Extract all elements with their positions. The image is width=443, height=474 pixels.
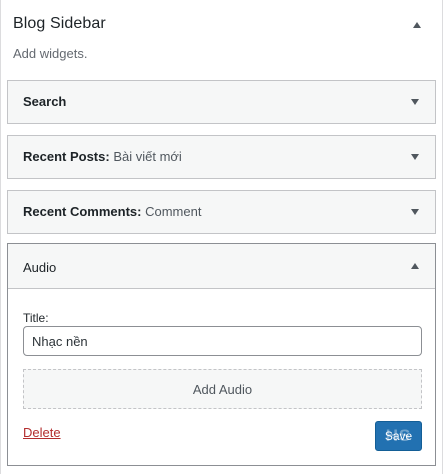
widget-area-header[interactable]: Blog Sidebar Add widgets. xyxy=(1,0,442,70)
delete-widget-link[interactable]: Delete xyxy=(23,425,61,440)
widget-recent-comments-header[interactable]: Recent Comments: Comment xyxy=(8,191,435,233)
arrow-down-icon xyxy=(411,209,419,215)
widget-area-toggle-button[interactable] xyxy=(410,20,424,30)
widget-title: Search xyxy=(23,94,66,109)
widget-audio-header[interactable]: Audio xyxy=(8,244,435,289)
save-button[interactable]: HS Save xyxy=(375,421,422,451)
add-audio-button[interactable]: Add Audio xyxy=(23,369,422,409)
arrow-down-icon xyxy=(411,99,419,105)
widget-expand-button[interactable] xyxy=(409,97,421,107)
widget-in-title: Bài viết mới xyxy=(113,149,182,164)
widget-title: Recent Comments: Comment xyxy=(23,204,201,219)
widget-search: Search xyxy=(7,80,436,124)
widget-recent-comments: Recent Comments: Comment xyxy=(7,190,436,234)
widget-in-title: Comment xyxy=(145,204,202,219)
widget-area-title: Blog Sidebar xyxy=(13,15,106,32)
widget-title: Recent Posts: Bài viết mới xyxy=(23,149,182,164)
arrow-down-icon xyxy=(411,154,419,160)
widget-name: Recent Posts: xyxy=(23,149,110,164)
widget-area-description: Add widgets. xyxy=(13,46,88,61)
widget-name: Audio xyxy=(23,260,57,275)
widget-audio-settings: Title: Add Audio Delete HS Save xyxy=(8,289,435,465)
widget-name: Recent Comments: xyxy=(23,204,142,219)
widget-recent-posts-header[interactable]: Recent Posts: Bài viết mới xyxy=(8,136,435,178)
widget-collapse-button[interactable] xyxy=(409,261,421,271)
widget-area-blog-sidebar: Blog Sidebar Add widgets. Search Recent … xyxy=(0,0,443,474)
arrow-up-icon xyxy=(413,22,421,28)
title-input[interactable] xyxy=(23,326,422,356)
widget-title: Audio xyxy=(23,260,56,275)
save-button-label: Save xyxy=(384,429,413,443)
widget-name: Search xyxy=(23,94,67,109)
widget-recent-posts: Recent Posts: Bài viết mới xyxy=(7,135,436,179)
widget-audio: Audio Title: Add Audio Delete HS Save xyxy=(7,243,436,466)
arrow-up-icon xyxy=(411,263,419,269)
title-field-label: Title: xyxy=(23,311,49,325)
widget-search-header[interactable]: Search xyxy=(8,81,435,123)
widget-expand-button[interactable] xyxy=(409,152,421,162)
widget-expand-button[interactable] xyxy=(409,207,421,217)
